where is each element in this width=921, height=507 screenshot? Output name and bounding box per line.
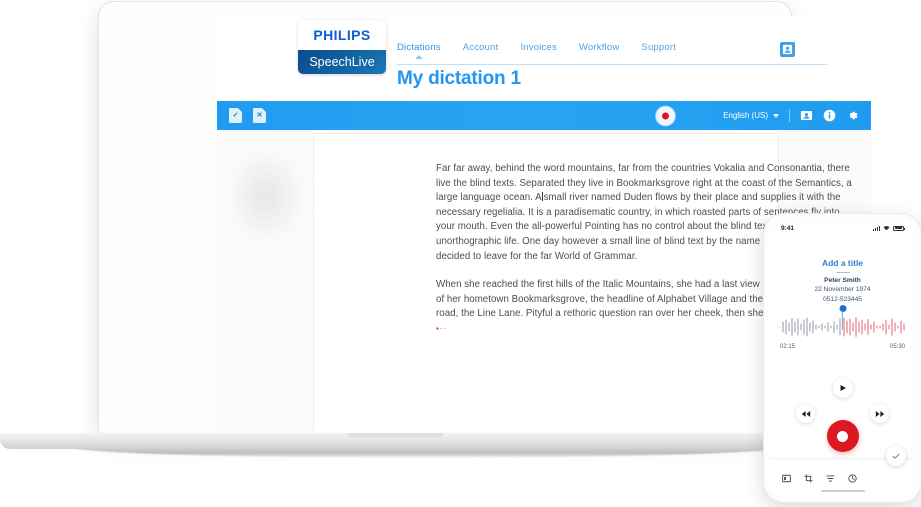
info-icon[interactable] xyxy=(823,109,836,122)
gear-icon[interactable] xyxy=(846,109,859,122)
status-time: 9:41 xyxy=(781,224,795,232)
phone-status-bar: 9:41 xyxy=(770,220,915,236)
time-total: 05:30 xyxy=(889,344,905,350)
wifi-icon xyxy=(883,225,890,231)
philips-speechlive-logo[interactable]: PHILIPS SpeechLive xyxy=(298,20,386,74)
status-indicators xyxy=(872,225,905,231)
record-icon[interactable] xyxy=(826,420,859,452)
phone-screen: 9:41 Add a title Peter Smith 22 November… xyxy=(770,220,915,496)
document-reject-icon[interactable]: ✕ xyxy=(253,108,266,123)
add-title-button[interactable]: Add a title xyxy=(770,258,915,268)
signal-bars-icon xyxy=(872,225,880,231)
playhead-handle[interactable] xyxy=(839,305,846,312)
toolbar-right-group: English (US) xyxy=(723,109,859,122)
chevron-down-icon xyxy=(773,113,779,118)
phone-device: 9:41 Add a title Peter Smith 22 November… xyxy=(764,214,921,502)
nav-item-dictations[interactable]: Dictations xyxy=(397,42,441,60)
time-elapsed: 02:15 xyxy=(780,344,796,350)
philips-logo-text: PHILIPS xyxy=(313,27,371,43)
crop-icon[interactable] xyxy=(804,474,813,483)
screenshot-stage: PHILIPS SpeechLive Dictations Account In… xyxy=(0,0,921,507)
nav-divider xyxy=(397,64,827,65)
main-navigation: Dictations Account Invoices Workflow Sup… xyxy=(397,42,676,60)
dictation-toolbar: ✓ ✕ English (US) xyxy=(217,101,871,130)
keyboard-icon[interactable] xyxy=(782,474,791,483)
dictation-metadata: Peter Smith 22 November 1974 0512-523445 xyxy=(770,276,915,304)
waveform[interactable] xyxy=(778,305,907,340)
page-title: My dictation 1 xyxy=(397,68,521,89)
document-page[interactable]: Far far away, behind the word mountains,… xyxy=(313,133,852,431)
laptop-device: PHILIPS SpeechLive Dictations Account In… xyxy=(99,2,871,434)
author-name: Peter Smith xyxy=(824,277,861,284)
record-icon[interactable] xyxy=(656,106,675,125)
dictation-date: 22 November 1974 xyxy=(814,286,871,294)
background-blur xyxy=(227,148,305,244)
user-account-icon[interactable] xyxy=(780,42,795,57)
trailing-marker: ▪·· xyxy=(436,323,448,333)
fast-forward-icon[interactable] xyxy=(870,404,889,423)
clock-icon[interactable] xyxy=(848,473,857,483)
dictation-reference: 0512-523445 xyxy=(823,295,862,303)
speechlive-wordmark: SpeechLive xyxy=(298,50,386,74)
play-icon[interactable] xyxy=(832,378,853,398)
priority-icon[interactable] xyxy=(826,474,835,483)
nav-item-workflow[interactable]: Workflow xyxy=(579,42,620,60)
toolbar-divider xyxy=(789,109,790,122)
phone-bottom-toolbar xyxy=(770,446,915,496)
nav-item-invoices[interactable]: Invoices xyxy=(520,42,556,60)
speechlive-logo-text: SpeechLive xyxy=(309,55,375,69)
toolbar-left-group: ✓ ✕ xyxy=(229,108,266,123)
home-indicator xyxy=(820,489,865,492)
title-divider xyxy=(836,272,849,273)
nav-item-support[interactable]: Support xyxy=(641,42,676,60)
document-accept-icon[interactable]: ✓ xyxy=(229,108,242,123)
phone-tool-icons xyxy=(782,473,857,483)
nav-item-account[interactable]: Account xyxy=(463,42,499,60)
laptop-base xyxy=(0,433,789,449)
rewind-icon[interactable] xyxy=(796,404,815,423)
language-selector[interactable]: English (US) xyxy=(723,111,779,120)
battery-icon xyxy=(893,225,905,231)
site-header: PHILIPS SpeechLive Dictations Account In… xyxy=(217,16,871,89)
check-icon[interactable] xyxy=(886,446,906,466)
philips-wordmark: PHILIPS xyxy=(298,20,386,50)
playback-times: 02:15 05:30 xyxy=(780,344,905,350)
language-label: English (US) xyxy=(723,111,768,120)
contact-card-icon[interactable] xyxy=(800,109,813,122)
